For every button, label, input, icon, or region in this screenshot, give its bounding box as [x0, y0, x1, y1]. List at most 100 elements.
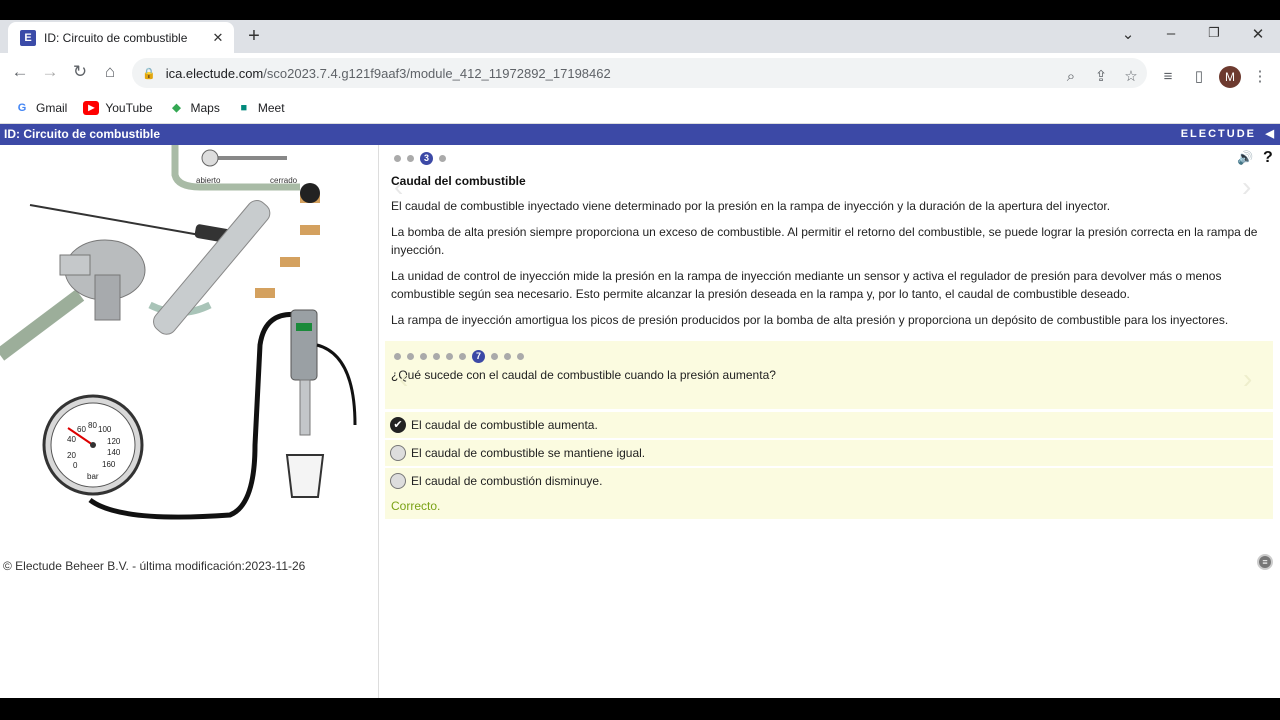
fuel-system-illustration: abierto cerrado 20 40 60 80 100 120 140 … — [0, 145, 357, 520]
restore-button[interactable]: ❐ — [1204, 25, 1224, 41]
gauge-tick: 20 — [67, 451, 76, 460]
page-dot[interactable] — [394, 155, 401, 162]
page-dot-current[interactable]: 3 — [420, 152, 433, 165]
gauge-tick: 120 — [107, 437, 121, 446]
bookmark-label: Meet — [257, 101, 285, 115]
question-dot[interactable] — [504, 353, 511, 360]
answer-label: El caudal de combustible aumenta. — [411, 418, 598, 432]
valve-slider-handle — [201, 149, 219, 167]
media-icon[interactable]: ≡ — [1157, 66, 1179, 88]
question-dot[interactable] — [491, 353, 498, 360]
question-text: ¿Qué sucede con el caudal de combustible… — [391, 368, 776, 382]
answer-option[interactable]: El caudal de combustible se mantiene igu… — [385, 440, 1273, 466]
question-dot[interactable] — [420, 353, 427, 360]
forward-icon[interactable]: → — [39, 61, 61, 83]
measuring-beaker — [285, 454, 325, 498]
gauge-tick: 140 — [107, 448, 121, 457]
home-icon[interactable]: ⌂ — [99, 61, 121, 83]
injector — [290, 309, 357, 436]
question-dot[interactable] — [517, 353, 524, 360]
simulation-panel: abierto cerrado 20 40 60 80 100 120 140 … — [0, 145, 379, 698]
bookmark-youtube[interactable]: ▶ YouTube — [83, 101, 153, 115]
app-header: ID: Circuito de combustible ELECTUDE ◀ — [0, 124, 1280, 145]
radio-icon[interactable] — [390, 445, 406, 461]
gauge-tick: 40 — [67, 435, 76, 444]
zoom-icon[interactable]: ⌕ — [1060, 66, 1082, 88]
minimize-button[interactable]: – — [1161, 25, 1181, 42]
address-bar[interactable]: 🔒 ica.electude.com/sco2023.7.4.g121f9aaf… — [132, 58, 1147, 88]
radio-icon[interactable] — [390, 473, 406, 489]
electude-favicon-icon: E — [20, 29, 36, 46]
question-dot[interactable] — [446, 353, 453, 360]
question-dot[interactable] — [407, 353, 414, 360]
gauge-tick: 100 — [98, 425, 112, 434]
brand-logo: ELECTUDE — [1180, 128, 1256, 140]
page-progress-dots: 3 — [394, 152, 452, 165]
bookmark-meet[interactable]: ■ Meet — [236, 101, 285, 115]
bookmark-label: Gmail — [36, 101, 68, 115]
speaker-icon[interactable]: 🔊 — [1237, 150, 1253, 166]
fuel-rail — [153, 200, 271, 335]
bookmark-label: YouTube — [105, 101, 153, 115]
answer-label: El caudal de combustible se mantiene igu… — [411, 446, 646, 460]
page-dot[interactable] — [439, 155, 446, 162]
new-tab-button[interactable]: + — [244, 25, 264, 48]
reload-icon[interactable]: ↻ — [69, 61, 91, 83]
gmail-icon: G — [17, 102, 27, 114]
bookmarks-bar: G Gmail ▶ YouTube ◆ Maps ■ Meet — [0, 93, 1280, 124]
question-dot[interactable] — [394, 353, 401, 360]
feedback-text: Correcto. — [385, 493, 1273, 519]
content-panel: 3 🔊 ? › ‹ Caudal del combustible El caud… — [380, 145, 1280, 698]
question-area: 7 ¿Qué sucede con el caudal de combustib… — [385, 341, 1273, 409]
pressure-regulator — [300, 183, 320, 203]
url-text: ica.electude.com/sco2023.7.4.g121f9aaf3/… — [165, 65, 611, 81]
app-title: ID: Circuito de combustible — [4, 127, 161, 141]
back-icon[interactable]: ← — [9, 61, 31, 83]
content-title: Caudal del combustible — [391, 174, 526, 188]
bookmark-label: Maps — [190, 101, 220, 115]
lock-icon: 🔒 — [142, 67, 156, 80]
valve-open-label: abierto — [196, 176, 221, 185]
bookmark-star-icon[interactable]: ☆ — [1120, 66, 1142, 88]
content-paragraph: La unidad de control de inyección mide l… — [391, 269, 1222, 301]
question-dot[interactable] — [459, 353, 466, 360]
valve-closed-label: cerrado — [270, 176, 298, 185]
answer-option[interactable]: ✔ El caudal de combustible aumenta. — [385, 412, 1273, 438]
question-progress-dots: 7 — [394, 350, 530, 363]
copyright-text: © Electude Beheer B.V. - última modifica… — [3, 559, 306, 573]
gauge-unit: bar — [87, 472, 99, 481]
tab-title: ID: Circuito de combustible — [44, 30, 188, 45]
next-question-arrow-icon[interactable]: › — [1243, 363, 1252, 395]
close-tab-icon[interactable]: ✕ — [210, 30, 226, 46]
quiz-panel: 7 ¿Qué sucede con el caudal de combustib… — [385, 341, 1273, 523]
maps-icon: ◆ — [172, 102, 181, 114]
gauge-tick: 0 — [73, 461, 78, 470]
chat-icon[interactable]: ≡ — [1257, 554, 1273, 570]
answer-option[interactable]: El caudal de combustión disminuye. — [385, 468, 1273, 494]
menu-kebab-icon[interactable]: ⋮ — [1249, 66, 1271, 88]
meet-icon: ■ — [240, 102, 248, 114]
content-paragraph: La bomba de alta presión siempre proporc… — [391, 225, 1258, 257]
question-dot[interactable] — [433, 353, 440, 360]
close-window-button[interactable]: ✕ — [1248, 25, 1268, 43]
browser-window: E ID: Circuito de combustible ✕ + ⌄ – ❐ … — [0, 20, 1280, 698]
bookmark-maps[interactable]: ◆ Maps — [169, 101, 220, 115]
question-dot-current[interactable]: 7 — [472, 350, 485, 363]
share-icon[interactable]: ⇪ — [1090, 66, 1112, 88]
pressure-gauge: 20 40 60 80 100 120 140 160 0 bar — [42, 394, 144, 496]
bookmark-gmail[interactable]: G Gmail — [14, 101, 68, 115]
side-panel-icon[interactable]: ▯ — [1188, 66, 1210, 88]
gauge-tick: 60 — [77, 425, 86, 434]
tab-search-icon[interactable]: ⌄ — [1118, 25, 1138, 43]
prev-question-arrow-icon[interactable]: ‹ — [399, 363, 408, 395]
page-dot[interactable] — [407, 155, 414, 162]
browser-toolbar: ← → ↻ ⌂ 🔒 ica.electude.com/sco2023.7.4.g… — [0, 53, 1280, 93]
collapse-arrow-icon[interactable]: ◀ — [1266, 124, 1274, 145]
youtube-icon: ▶ — [83, 101, 100, 115]
profile-avatar[interactable]: M — [1219, 66, 1241, 88]
help-icon[interactable]: ? — [1263, 149, 1273, 167]
checked-radio-icon[interactable]: ✔ — [390, 417, 406, 433]
browser-tab[interactable]: E ID: Circuito de combustible ✕ — [8, 22, 234, 53]
gauge-tick: 80 — [88, 421, 97, 430]
answer-label: El caudal de combustión disminuye. — [411, 474, 603, 488]
